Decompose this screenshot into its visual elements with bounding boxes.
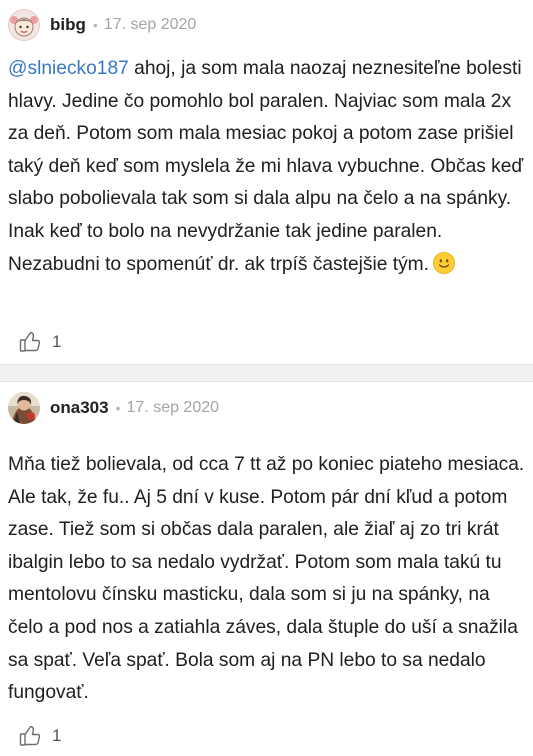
slightly-smiling-face-icon (433, 251, 455, 274)
username[interactable]: bibg (50, 15, 86, 35)
comment-body: ahoj, ja som mala naozaj neznesiteľne bo… (8, 58, 524, 275)
username[interactable]: ona303 (50, 398, 109, 418)
like-count: 1 (52, 332, 62, 351)
thumbs-up-outline-icon[interactable] (18, 724, 42, 748)
meta-separator: • (115, 400, 121, 416)
comment-card: bibg • 17. sep 2020 @slniecko187 ahoj, j… (0, 0, 533, 364)
meta-separator: • (92, 17, 98, 33)
post-date: 17. sep 2020 (126, 399, 220, 416)
thumbs-up-outline-icon[interactable] (18, 330, 42, 354)
avatar[interactable] (8, 392, 40, 424)
comment-text: @slniecko187 ahoj, ja som mala naozaj ne… (8, 53, 528, 281)
user-mention-link[interactable]: @slniecko187 (8, 58, 129, 79)
comment-actions: 1 (18, 329, 61, 355)
comment-card: ona303 • 17. sep 2020 Mňa tiež bolievala… (0, 382, 533, 756)
comment-divider (0, 364, 533, 382)
comment-header: bibg • 17. sep 2020 (8, 8, 196, 42)
comment-actions: 1 (18, 723, 61, 749)
post-date: 17. sep 2020 (103, 16, 197, 33)
comment-header: ona303 • 17. sep 2020 (8, 391, 219, 425)
like-count: 1 (52, 726, 62, 745)
comment-text: Mňa tiež bolievala, od cca 7 tt až po ko… (8, 454, 525, 704)
avatar[interactable] (8, 9, 40, 41)
